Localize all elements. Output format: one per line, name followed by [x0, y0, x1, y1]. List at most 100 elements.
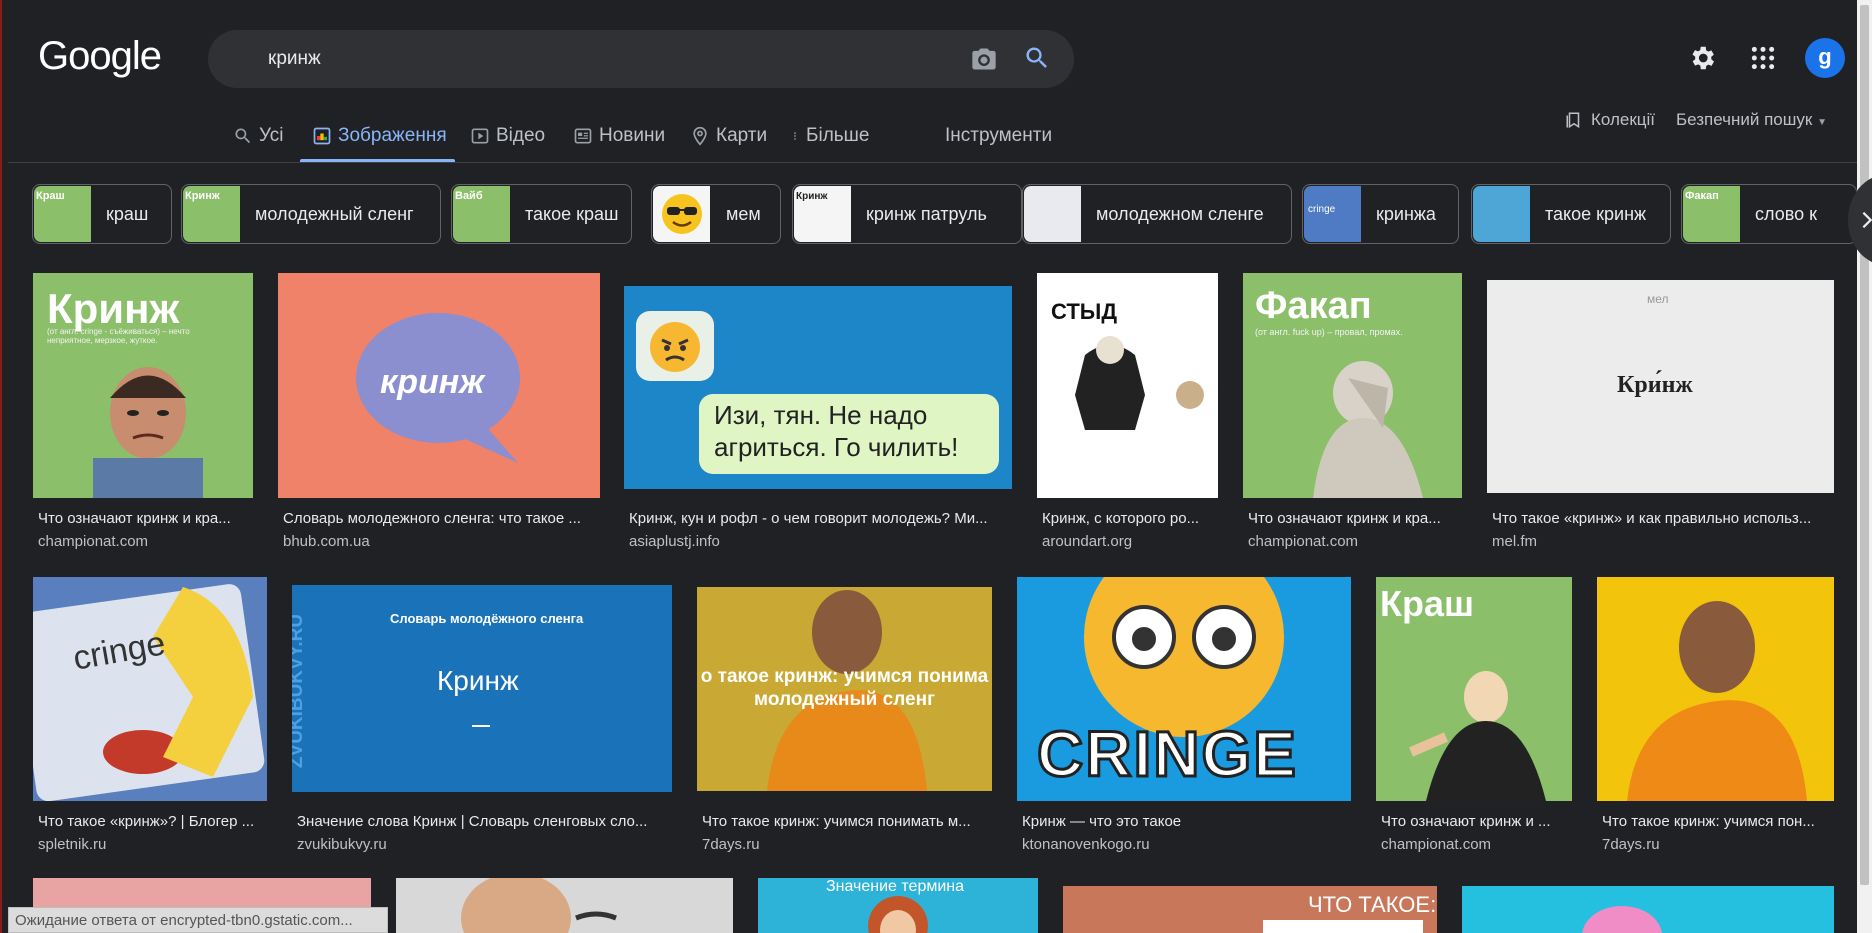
- tab-news[interactable]: Новини: [573, 122, 665, 150]
- image-text: СТЫД: [1051, 299, 1117, 324]
- bookmark-icon: [1566, 112, 1580, 129]
- account-avatar[interactable]: g: [1805, 38, 1845, 78]
- result-image[interactable]: Кринж (от англ. cringe - съёживаться) – …: [33, 273, 253, 498]
- result-source[interactable]: 7days.ru: [1602, 836, 1660, 853]
- chip-thumbnail: [653, 186, 710, 242]
- result-source[interactable]: championat.com: [1381, 836, 1491, 853]
- woman-reaching-illustration: [1409, 671, 1546, 801]
- camera-icon[interactable]: [970, 45, 998, 73]
- result-caption[interactable]: Что означают кринж и кра...: [38, 510, 248, 527]
- tab-all[interactable]: Усі: [233, 122, 284, 150]
- image-text: о такое кринж: учимся понима молодежный …: [700, 666, 989, 710]
- man-face-illustration: [93, 367, 203, 498]
- image-text: ZVUKIBUKVY.RU: [292, 613, 308, 769]
- search-icon[interactable]: [1023, 44, 1051, 72]
- image-text-block: [1263, 920, 1423, 933]
- chip-suggestion[interactable]: такое кринж: [1471, 184, 1671, 244]
- chip-suggestion[interactable]: мем: [651, 184, 781, 244]
- search-box[interactable]: кринж: [208, 30, 1074, 88]
- tab-images[interactable]: Зображення: [312, 122, 447, 150]
- scrollbar-thumb[interactable]: [1860, 5, 1869, 885]
- result-caption[interactable]: Что такое кринж: учимся понимать м...: [702, 813, 992, 830]
- result-caption[interactable]: Словарь молодежного сленга: что такое ..…: [283, 510, 598, 527]
- tab-label: Новини: [599, 125, 666, 146]
- safe-search-label: Безпечний пошук: [1676, 110, 1813, 129]
- result-source[interactable]: aroundart.org: [1042, 533, 1132, 550]
- result-caption[interactable]: Что такое «кринж» и как правильно исполь…: [1492, 510, 1832, 527]
- result-image[interactable]: ЧТО ТАКОЕ:: [1063, 886, 1437, 933]
- result-image[interactable]: CRINGE: [1017, 577, 1351, 801]
- result-image[interactable]: Значение термина: [758, 878, 1038, 933]
- chip-label: слово к: [1755, 204, 1817, 224]
- result-caption[interactable]: Что означают кринж и кра...: [1248, 510, 1458, 527]
- tab-tools[interactable]: Інструменти: [945, 122, 1052, 150]
- tab-video[interactable]: Відео: [470, 122, 545, 150]
- result-source[interactable]: spletnik.ru: [38, 836, 106, 853]
- collections-label: Колекції: [1591, 110, 1656, 129]
- result-image[interactable]: [396, 878, 733, 933]
- chip-thumbnail: [1024, 186, 1081, 242]
- result-source[interactable]: ktonanovenkogo.ru: [1022, 836, 1150, 853]
- chip-suggestion[interactable]: Кринж кринж патруль: [792, 184, 1022, 244]
- tab-label: Усі: [259, 125, 284, 146]
- tab-label: Карти: [716, 125, 768, 146]
- result-caption[interactable]: Кринж, кун и рофл - о чем говорит молоде…: [629, 510, 1007, 527]
- result-image[interactable]: СТЫД: [1037, 273, 1218, 498]
- result-image[interactable]: мел Кри́нж: [1487, 280, 1834, 493]
- result-source[interactable]: mel.fm: [1492, 533, 1537, 550]
- result-caption[interactable]: Кринж — что это такое: [1022, 813, 1347, 830]
- image-text: мел: [1647, 292, 1669, 306]
- result-image[interactable]: Краш: [1376, 577, 1572, 801]
- image-text: CRINGE: [1036, 717, 1298, 792]
- chip-thumbnail: Краш: [34, 186, 91, 242]
- doge-meme-illustration: [1075, 336, 1204, 430]
- chip-thumbnail: Кринж: [183, 186, 240, 242]
- tab-maps[interactable]: Карти: [690, 122, 767, 150]
- result-caption[interactable]: Значение слова Кринж | Словарь сленговых…: [297, 813, 667, 830]
- chip-suggestion[interactable]: молодежном сленге: [1022, 184, 1292, 244]
- apps-grid-icon[interactable]: [1750, 45, 1776, 71]
- news-icon: [574, 128, 592, 144]
- statue-facepalm-illustration: [1313, 361, 1423, 498]
- chip-suggestion[interactable]: Факап слово к: [1681, 184, 1857, 244]
- image-text: Кринж: [47, 285, 180, 332]
- chip-label: молодежном сленге: [1096, 204, 1264, 224]
- result-caption[interactable]: Что такое кринж: учимся пон...: [1602, 813, 1832, 830]
- result-image[interactable]: [1462, 886, 1834, 933]
- chip-suggestion[interactable]: Вайб такое краш: [451, 184, 632, 244]
- result-source[interactable]: bhub.com.ua: [283, 533, 370, 550]
- image-text: Словарь молодёжного сленга: [390, 611, 584, 626]
- chip-label: молодежный сленг: [255, 204, 414, 224]
- result-caption[interactable]: Что такое «кринж»? | Блогер ...: [38, 813, 263, 830]
- flushed-emoji-icon: [1084, 577, 1284, 737]
- chip-thumbnail: Вайб: [453, 186, 510, 242]
- chip-thumbnail: Факап: [1683, 186, 1740, 242]
- result-source[interactable]: 7days.ru: [702, 836, 760, 853]
- chip-suggestion[interactable]: Кринж молодежный сленг: [181, 184, 441, 244]
- result-image[interactable]: Изи, тян. Не надо агриться. Го чилить!: [624, 286, 1012, 489]
- divider-line: [472, 725, 490, 727]
- result-image[interactable]: Факап (от англ. fuck up) – провал, прома…: [1243, 273, 1462, 498]
- chip-suggestion[interactable]: cringe кринжа: [1302, 184, 1459, 244]
- safe-search-dropdown[interactable]: Безпечний пошук ▼: [1676, 110, 1827, 130]
- result-caption[interactable]: Что означают кринж и ...: [1381, 813, 1569, 830]
- result-source[interactable]: championat.com: [1248, 533, 1358, 550]
- result-source[interactable]: zvukibukvy.ru: [297, 836, 387, 853]
- result-image[interactable]: ZVUKIBUKVY.RU Словарь молодёжного сленга…: [292, 585, 672, 792]
- result-image[interactable]: [1597, 577, 1834, 801]
- image-text: Факап: [1255, 285, 1372, 327]
- chip-label: кринжа: [1376, 204, 1436, 224]
- result-source[interactable]: asiaplustj.info: [629, 533, 720, 550]
- chevron-right-icon: [1862, 211, 1872, 229]
- search-input[interactable]: кринж: [268, 48, 321, 70]
- result-caption[interactable]: Кринж, с которого ро...: [1042, 510, 1217, 527]
- google-logo[interactable]: Google: [38, 34, 162, 79]
- chip-suggestion[interactable]: Краш краш: [32, 184, 172, 244]
- result-image[interactable]: кринж: [278, 273, 600, 498]
- tab-more[interactable]: Більше: [790, 122, 870, 150]
- gear-icon[interactable]: [1687, 43, 1717, 73]
- result-image[interactable]: о такое кринж: учимся понима молодежный …: [697, 587, 992, 791]
- collections-link[interactable]: Колекції: [1565, 110, 1655, 130]
- result-image[interactable]: cringe: [33, 577, 267, 801]
- result-source[interactable]: championat.com: [38, 533, 148, 550]
